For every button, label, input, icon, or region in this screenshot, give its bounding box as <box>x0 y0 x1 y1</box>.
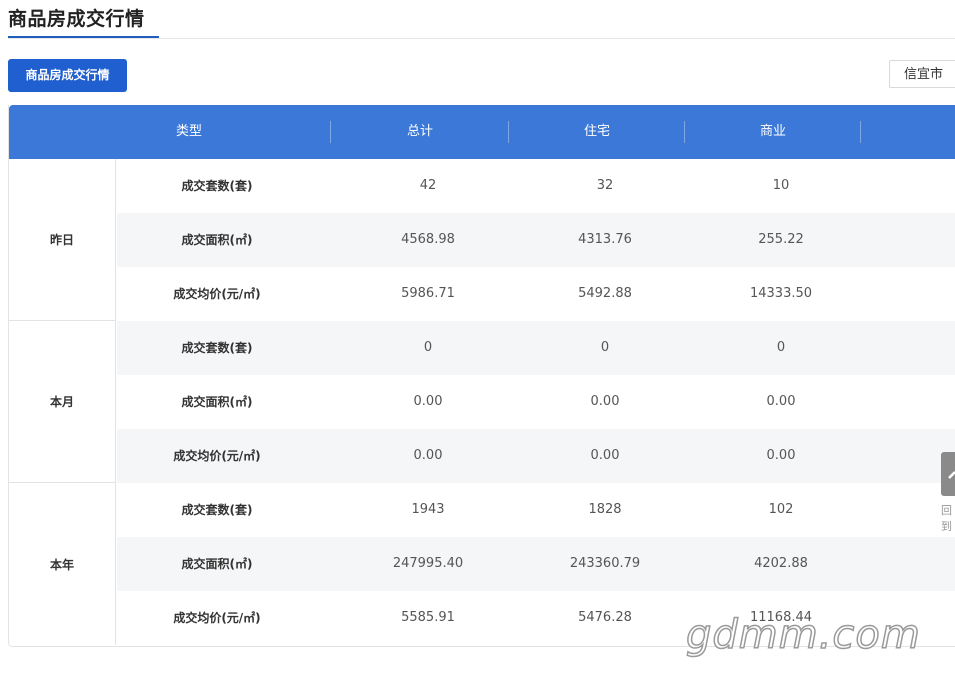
cell-residential: 32 <box>596 178 614 193</box>
metric-label: 成交面积(㎡) <box>181 233 253 247</box>
table-row: 成交面积(㎡) 4568.98 4313.76 255.22 <box>117 213 955 267</box>
header-divider <box>860 121 861 143</box>
cell-total: 1943 <box>411 502 445 517</box>
metric-label: 成交面积(㎡) <box>181 557 253 571</box>
cell-residential: 1828 <box>588 502 622 517</box>
cell-residential: 243360.79 <box>569 556 641 571</box>
cell-commercial: 0 <box>776 340 786 355</box>
cell-commercial: 0.00 <box>766 448 796 463</box>
cell-total: 42 <box>419 178 437 193</box>
cell-total: 247995.40 <box>392 556 464 571</box>
table-row: 成交套数(套) 0 0 0 <box>117 321 955 375</box>
cell-commercial: 10 <box>772 178 790 193</box>
header-total: 总计 <box>406 124 433 139</box>
page-title: 商品房成交行情 <box>8 8 145 30</box>
table-header: 类型 总计 住宅 商业 <box>9 105 955 159</box>
cell-total: 0 <box>423 340 433 355</box>
metric-label: 成交套数(套) <box>181 503 253 517</box>
metric-label: 成交套数(套) <box>181 341 253 355</box>
city-select[interactable]: 信宜市 <box>889 60 955 88</box>
watermark-logo: gdmm.com <box>685 611 921 659</box>
cell-total: 0.00 <box>413 394 443 409</box>
cell-residential: 0.00 <box>590 394 620 409</box>
metric-label: 成交面积(㎡) <box>181 395 253 409</box>
cell-residential: 5492.88 <box>578 286 632 301</box>
cell-residential: 4313.76 <box>578 232 632 247</box>
table-row: 成交套数(套) 42 32 10 <box>117 159 955 213</box>
tab-commercial-housing[interactable]: 商品房成交行情 <box>8 59 127 92</box>
chevron-up-icon <box>948 471 955 479</box>
header-type: 类型 <box>175 124 202 139</box>
metric-label: 成交均价(元/㎡) <box>173 611 261 625</box>
transaction-table: 类型 总计 住宅 商业 昨日 成交套数(套) 42 32 10 成交面积(㎡) … <box>8 105 955 647</box>
header-commercial: 商业 <box>759 124 786 139</box>
table-row: 成交面积(㎡) 0.00 0.00 0.00 <box>117 375 955 429</box>
table-row: 成交面积(㎡) 247995.40 243360.79 4202.88 <box>117 537 955 591</box>
cell-total: 0.00 <box>413 448 443 463</box>
metric-label: 成交套数(套) <box>181 179 253 193</box>
cell-commercial: 4202.88 <box>754 556 808 571</box>
cell-commercial: 14333.50 <box>749 286 813 301</box>
cell-commercial: 102 <box>768 502 794 517</box>
cell-total: 5585.91 <box>401 610 455 625</box>
table-row: 成交均价(元/㎡) 0.00 0.00 0.00 <box>117 429 955 483</box>
title-divider <box>8 38 955 39</box>
header-divider <box>330 121 331 143</box>
cell-total: 5986.71 <box>401 286 455 301</box>
cell-commercial: 0.00 <box>766 394 796 409</box>
cell-total: 4568.98 <box>401 232 455 247</box>
metric-label: 成交均价(元/㎡) <box>173 287 261 301</box>
period-this-year: 本年 <box>9 483 116 645</box>
metric-label: 成交均价(元/㎡) <box>173 449 261 463</box>
period-this-month: 本月 <box>9 321 116 483</box>
cell-residential: 0 <box>600 340 610 355</box>
back-to-top-button[interactable] <box>941 452 955 496</box>
cell-commercial: 255.22 <box>758 232 804 247</box>
back-to-top-label: 回到 <box>941 504 952 533</box>
cell-residential: 0.00 <box>590 448 620 463</box>
header-residential: 住宅 <box>583 124 610 139</box>
cell-residential: 5476.28 <box>578 610 632 625</box>
table-row: 成交套数(套) 1943 1828 102 <box>117 483 955 537</box>
period-yesterday: 昨日 <box>9 159 116 321</box>
table-row: 成交均价(元/㎡) 5986.71 5492.88 14333.50 <box>117 267 955 321</box>
